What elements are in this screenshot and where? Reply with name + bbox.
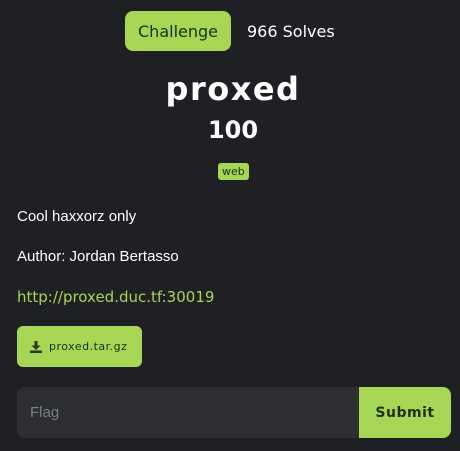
challenge-description: Cool haxxorz only <box>17 208 137 225</box>
flag-form: Submit <box>17 387 451 438</box>
flag-input[interactable] <box>17 387 359 438</box>
tab-solves[interactable]: 966 Solves <box>247 11 335 51</box>
challenge-link[interactable]: http://proxed.duc.tf:30019 <box>17 288 214 306</box>
challenge-author: Author: Jordan Bertasso <box>17 248 179 265</box>
challenge-points: 100 <box>207 116 259 144</box>
download-file-name: proxed.tar.gz <box>49 340 128 353</box>
tab-challenge[interactable]: Challenge <box>125 11 231 51</box>
download-icon <box>30 340 42 353</box>
submit-button[interactable]: Submit <box>359 387 451 438</box>
download-button[interactable]: proxed.tar.gz <box>17 326 142 367</box>
challenge-tabs: Challenge 966 Solves <box>125 11 335 51</box>
challenge-title: proxed <box>165 70 301 108</box>
category-tag: web <box>218 163 249 180</box>
